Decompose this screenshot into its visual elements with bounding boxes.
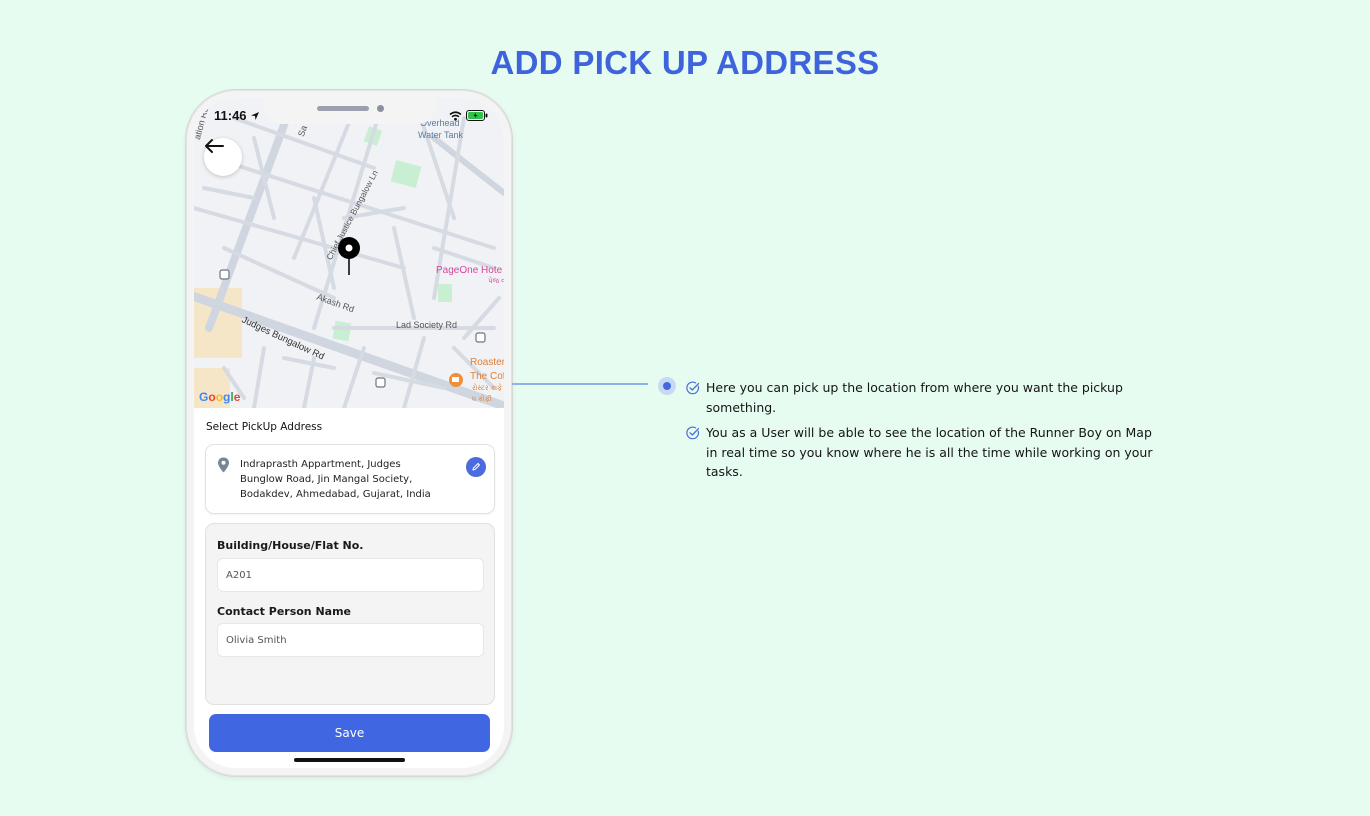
building-label: Building/House/Flat No.	[217, 539, 364, 552]
google-logo: Google	[199, 390, 240, 404]
pencil-icon	[472, 462, 481, 471]
arrow-left-icon	[205, 139, 224, 153]
google-letter: G	[199, 390, 209, 404]
back-button[interactable]	[204, 138, 242, 176]
map-label-gujarati-cafe-1: રોસ્ટર કાફે	[472, 385, 503, 392]
page: ADD PICK UP ADDRESS ation Rd Sa Overhead…	[0, 0, 1370, 816]
feature-note: Here you can pick up the location from w…	[686, 378, 1166, 417]
sheet-heading: Select PickUp Address	[206, 421, 323, 433]
map-label-pageone-gujarati: પેજ વ	[488, 278, 504, 285]
callout-dot	[658, 377, 676, 395]
callout-connector-line	[512, 383, 648, 385]
callout-dot-center	[663, 382, 671, 390]
building-input[interactable]	[217, 558, 484, 592]
phone-notch	[264, 98, 436, 124]
check-circle-icon	[686, 426, 700, 440]
location-arrow-icon	[251, 112, 260, 120]
home-indicator	[294, 758, 405, 762]
status-time-text: 11:46	[214, 108, 247, 123]
edit-address-button[interactable]	[466, 457, 486, 477]
location-pin-icon	[218, 457, 229, 473]
google-letter: o	[215, 390, 224, 404]
phone-screen: ation Rd Sa Overhead Water Tank Chief Ju…	[194, 98, 504, 768]
save-button[interactable]: Save	[209, 714, 490, 752]
map-streets	[194, 98, 504, 408]
map-label-lad-society-rd: Lad Society Rd	[396, 320, 458, 330]
camera-dot	[377, 105, 384, 112]
phone-mockup: ation Rd Sa Overhead Water Tank Chief Ju…	[186, 90, 512, 776]
contact-name-label: Contact Person Name	[217, 605, 352, 618]
google-letter: e	[233, 390, 241, 404]
address-line: Bodakdev, Ahmedabad, Gujarat, India	[240, 489, 431, 500]
speaker-grille	[317, 106, 369, 111]
address-line: Bunglow Road, Jin Mangal Society,	[240, 474, 413, 485]
address-details-form: Building/House/Flat No. Contact Person N…	[205, 523, 495, 705]
check-circle-icon	[686, 381, 700, 395]
status-bar-time: 11:46	[214, 108, 260, 123]
feature-notes: Here you can pick up the location from w…	[686, 378, 1166, 488]
map-label-pageone-hotel: PageOne Hote	[436, 265, 503, 276]
feature-note: You as a User will be able to see the lo…	[686, 423, 1166, 482]
page-title: ADD PICK UP ADDRESS	[490, 44, 880, 81]
wifi-icon	[449, 110, 462, 121]
map-label-roaster: Roaster	[470, 357, 504, 368]
address-line: Indraprasth Appartment, Judges	[240, 459, 401, 470]
map-label-the-cof: The Cof	[470, 371, 504, 382]
google-letter: o	[208, 390, 216, 404]
map-label-water-tank: Water Tank	[418, 130, 464, 140]
feature-note-text: You as a User will be able to see the lo…	[706, 425, 1153, 479]
map-view[interactable]: ation Rd Sa Overhead Water Tank Chief Ju…	[194, 98, 504, 408]
feature-note-text: Here you can pick up the location from w…	[706, 380, 1123, 415]
address-text: Indraprasth Appartment, Judges Bunglow R…	[240, 457, 460, 502]
contact-name-input[interactable]	[217, 623, 484, 657]
pickup-address-sheet: Select PickUp Address Indraprasth Appart…	[194, 408, 504, 768]
map-label-gujarati-cafe-2: ધ કોફી	[472, 396, 492, 403]
selected-address-card[interactable]: Indraprasth Appartment, Judges Bunglow R…	[205, 444, 495, 514]
battery-charging-icon	[466, 110, 488, 121]
status-bar-icons	[449, 110, 488, 121]
